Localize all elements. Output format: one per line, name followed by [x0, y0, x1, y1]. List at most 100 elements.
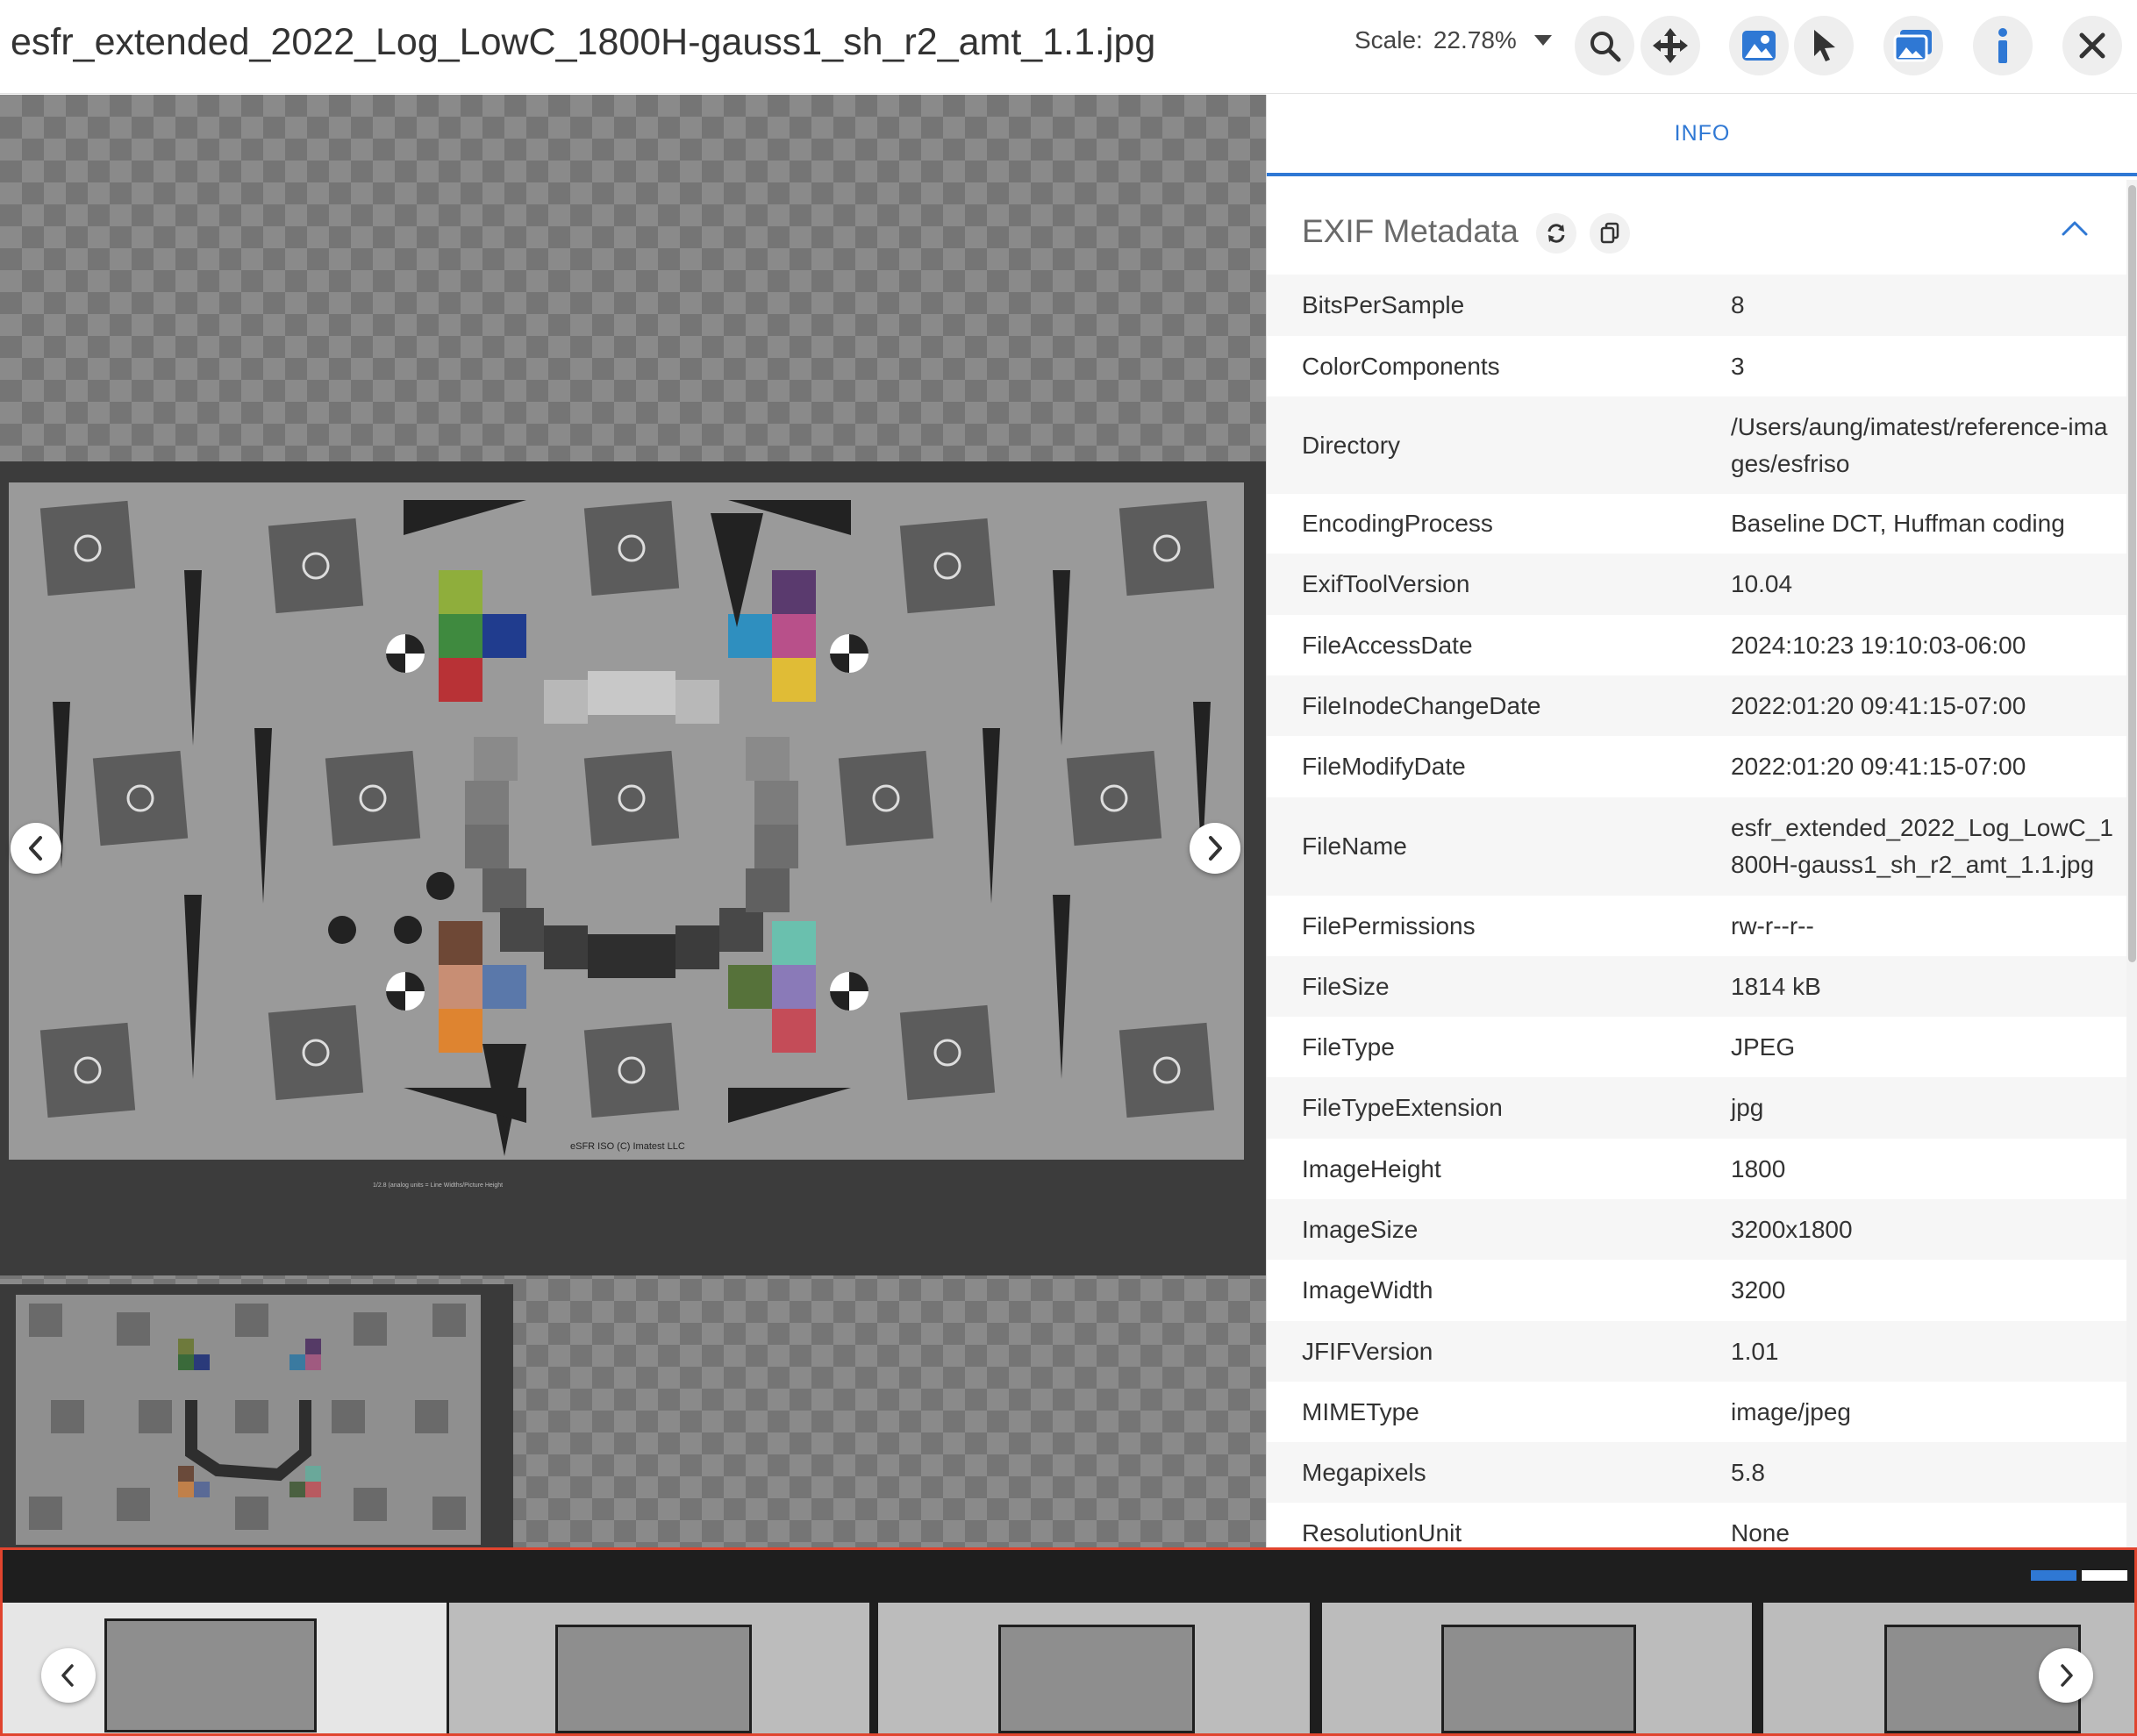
table-row: EncodingProcess Baseline DCT, Huffman cod… — [1267, 494, 2126, 554]
select-tool-button[interactable] — [1794, 16, 1854, 75]
table-row: ImageHeight 1800 — [1267, 1139, 2126, 1199]
image-button[interactable] — [1729, 16, 1789, 75]
exif-key: FileModifyDate — [1302, 753, 1466, 780]
exif-key: Megapixels — [1302, 1458, 1426, 1486]
exif-key: BitsPerSample — [1302, 291, 1465, 318]
previous-image-button[interactable] — [11, 823, 61, 874]
exif-key: JFIFVersion — [1302, 1337, 1433, 1365]
image-filename: esfr_extended_2022_Log_LowC_1800H-gauss1… — [11, 21, 1156, 63]
filmstrip-next-button[interactable] — [2039, 1648, 2093, 1703]
exif-value: image/jpeg — [1731, 1397, 1851, 1425]
image-viewer[interactable]: eSFR ISO (C) Imatest LLC 1/2.8 (analog u… — [0, 95, 1266, 1547]
exif-value: rw-r--r-- — [1731, 911, 1814, 939]
pointer-icon — [1814, 30, 1835, 61]
exif-key: Directory — [1302, 431, 1401, 459]
exif-key: FilePermissions — [1302, 911, 1476, 939]
table-row: ResolutionUnit None — [1267, 1503, 2126, 1547]
exif-value: 1814 kB — [1731, 972, 1821, 1000]
image-icon — [1742, 31, 1776, 61]
exif-key: ColorComponents — [1302, 352, 1500, 380]
table-row: FilePermissions rw-r--r-- — [1267, 896, 2126, 956]
tab-info[interactable]: INFO — [1267, 95, 2137, 176]
filmstrip-prev-button[interactable] — [41, 1648, 96, 1703]
exif-key: ResolutionUnit — [1302, 1519, 1462, 1547]
table-row: FileName esfr_extended_2022_Log_LowC_1800… — [1267, 797, 2126, 896]
exif-value: 3200 — [1731, 1276, 1786, 1304]
table-row: ColorComponents 3 — [1267, 336, 2126, 396]
scale-label: Scale: — [1354, 26, 1423, 54]
exif-value: None — [1731, 1519, 1790, 1547]
exif-value: esfr_extended_2022_Log_LowC_1800H-gauss1… — [1731, 814, 2113, 878]
scale-dropdown[interactable]: Scale: 22.78% — [1354, 26, 1552, 54]
close-button[interactable] — [2062, 16, 2122, 75]
exif-value: jpg — [1731, 1094, 1764, 1121]
exif-value: 3 — [1731, 352, 1745, 380]
exif-value: 8 — [1731, 291, 1745, 318]
table-row: MIMEType image/jpeg — [1267, 1382, 2126, 1442]
copy-metadata-button[interactable] — [1590, 213, 1630, 254]
exif-key: FileSize — [1302, 972, 1390, 1000]
filmstrip — [0, 1547, 2137, 1736]
chart-caption: eSFR ISO (C) Imatest LLC — [570, 1141, 685, 1152]
minimap[interactable] — [0, 1284, 513, 1547]
next-image-button[interactable] — [1190, 823, 1240, 874]
search-icon — [1590, 32, 1621, 62]
exif-value: 10.04 — [1731, 570, 1793, 597]
esfr-chart-graphic: eSFR ISO (C) Imatest LLC — [39, 500, 1215, 1156]
exif-key: EncodingProcess — [1302, 510, 1493, 537]
scrollbar-thumb[interactable] — [2128, 185, 2136, 962]
exif-key: ImageSize — [1302, 1215, 1419, 1243]
filmstrip-page-indicator[interactable] — [2082, 1570, 2127, 1581]
filmstrip-thumbnail-4[interactable] — [1322, 1603, 1752, 1733]
move-icon — [1653, 28, 1688, 63]
filmstrip-page-indicator-active[interactable] — [2031, 1570, 2076, 1581]
table-row: FileInodeChangeDate 2022:01:20 09:41:15-0… — [1267, 675, 2126, 736]
chart-content: eSFR ISO (C) Imatest LLC — [9, 482, 1244, 1160]
exif-value: /Users/aung/imatest/reference-images/esf… — [1731, 412, 2108, 477]
thumbnail-image — [555, 1625, 752, 1733]
chart-footnote: 1/2.8 (analog units = Line Widths/Pictur… — [373, 1182, 504, 1189]
exif-value: 2022:01:20 09:41:15-07:00 — [1731, 691, 2026, 719]
table-row: BitsPerSample 8 — [1267, 275, 2126, 336]
info-panel: INFO EXIF Metadata BitsPerSample 8 ColorC… — [1266, 95, 2137, 1547]
gallery-button[interactable] — [1883, 16, 1943, 75]
top-bar: esfr_extended_2022_Log_LowC_1800H-gauss1… — [0, 0, 2137, 94]
test-chart-image: eSFR ISO (C) Imatest LLC 1/2.8 (analog u… — [0, 461, 1266, 1275]
exif-key: FileInodeChangeDate — [1302, 691, 1541, 719]
exif-value: 1800 — [1731, 1154, 1786, 1182]
exif-value: 1.01 — [1731, 1337, 1779, 1365]
exif-value: 3200x1800 — [1731, 1215, 1853, 1243]
minimap-graphic — [29, 1304, 466, 1530]
search-button[interactable] — [1575, 16, 1634, 75]
table-row: FileType JPEG — [1267, 1017, 2126, 1077]
thumbnail-image — [104, 1618, 317, 1732]
filmstrip-thumbnail-3[interactable] — [878, 1603, 1310, 1733]
thumbnail-image — [1441, 1625, 1636, 1733]
table-row: JFIFVersion 1.01 — [1267, 1321, 2126, 1382]
refresh-metadata-button[interactable] — [1536, 213, 1576, 254]
copy-icon — [1600, 222, 1619, 244]
table-row: FileTypeExtension jpg — [1267, 1077, 2126, 1139]
table-row: FileModifyDate 2022:01:20 09:41:15-07:00 — [1267, 736, 2126, 797]
exif-key: MIMEType — [1302, 1397, 1419, 1425]
refresh-icon — [1547, 224, 1565, 243]
exif-key: ImageHeight — [1302, 1154, 1441, 1182]
table-row: ImageSize 3200x1800 — [1267, 1199, 2126, 1260]
filmstrip-thumbnail-2[interactable] — [449, 1603, 869, 1733]
panel-scrollbar[interactable] — [2126, 180, 2137, 1547]
exif-key: FileAccessDate — [1302, 631, 1473, 659]
table-row: Megapixels 5.8 — [1267, 1442, 2126, 1503]
exif-section-title: EXIF Metadata — [1302, 213, 1519, 249]
chevron-right-icon — [2061, 1664, 2073, 1687]
exif-section-header[interactable]: EXIF Metadata — [1267, 180, 2126, 275]
chevron-left-icon — [29, 836, 42, 861]
scale-value: 22.78% — [1433, 26, 1517, 54]
exif-table: BitsPerSample 8 ColorComponents 3 Director… — [1267, 275, 2126, 1547]
exif-value: 2024:10:23 19:10:03-06:00 — [1731, 631, 2026, 659]
table-row: ExifToolVersion 10.04 — [1267, 554, 2126, 615]
collapse-section-button[interactable] — [2061, 218, 2089, 242]
minimap-preview — [16, 1295, 481, 1545]
pan-button[interactable] — [1640, 16, 1700, 75]
info-button[interactable] — [1973, 16, 2033, 75]
table-row: FileAccessDate 2024:10:23 19:10:03-06:00 — [1267, 615, 2126, 675]
